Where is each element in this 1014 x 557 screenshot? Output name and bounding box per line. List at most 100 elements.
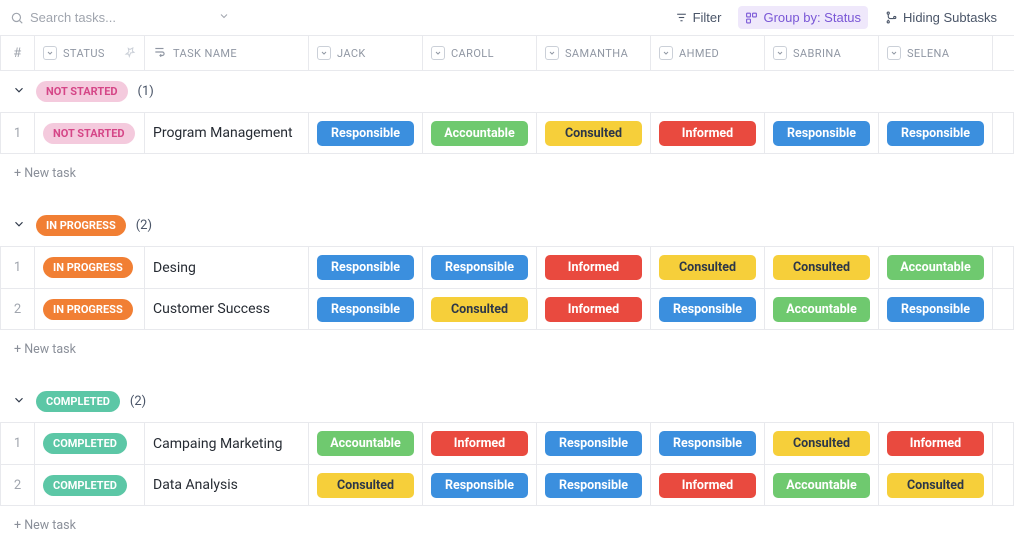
group-block: COMPLETED(2)1COMPLETEDCampaing Marketing…: [0, 381, 1014, 545]
cell-raci[interactable]: Accountable: [308, 423, 422, 464]
cell-task-name[interactable]: Program Management: [144, 113, 308, 153]
col-header-person[interactable]: SABRINA: [764, 36, 878, 70]
dropdown-icon: [317, 46, 331, 60]
col-header-status[interactable]: STATUS: [34, 36, 144, 70]
cell-raci[interactable]: Responsible: [650, 423, 764, 464]
status-badge: IN PROGRESS: [43, 299, 133, 320]
hiding-subtasks-button[interactable]: Hiding Subtasks: [878, 6, 1004, 29]
cell-raci[interactable]: Responsible: [764, 113, 878, 153]
cell-task-name[interactable]: Desing: [144, 247, 308, 288]
row-number: 2: [0, 465, 34, 505]
col-header-person[interactable]: SAMANTHA: [536, 36, 650, 70]
col-header-end: [992, 36, 1014, 70]
raci-pill: Responsible: [887, 121, 984, 146]
cell-task-name[interactable]: Customer Success: [144, 289, 308, 329]
cell-raci[interactable]: Informed: [422, 423, 536, 464]
toolbar: Filter Group by: Status Hiding Subtasks: [668, 6, 1004, 29]
cell-raci[interactable]: Consulted: [422, 289, 536, 329]
table-row[interactable]: 2IN PROGRESSCustomer SuccessResponsibleC…: [0, 288, 1014, 330]
group-header[interactable]: IN PROGRESS (2): [0, 205, 1014, 246]
search-dropdown-toggle[interactable]: [218, 10, 230, 26]
cell-status[interactable]: COMPLETED: [34, 465, 144, 505]
col-header-person[interactable]: JACK: [308, 36, 422, 70]
cell-raci[interactable]: Consulted: [308, 465, 422, 505]
cell-raci[interactable]: Accountable: [878, 247, 992, 288]
group-by-button[interactable]: Group by: Status: [738, 6, 868, 29]
new-task-button[interactable]: + New task: [0, 330, 1014, 369]
col-header-person[interactable]: SELENA: [878, 36, 992, 70]
group-toggle[interactable]: [12, 393, 26, 411]
group-header[interactable]: COMPLETED(2): [0, 381, 1014, 422]
chevron-down-icon: [218, 10, 230, 22]
raci-pill: Responsible: [545, 473, 642, 498]
cell-raci[interactable]: Consulted: [536, 113, 650, 153]
chevron-down-icon: [12, 83, 26, 97]
group-status-pill: COMPLETED: [36, 391, 120, 412]
raci-pill: Accountable: [773, 297, 870, 322]
search-input[interactable]: [30, 10, 180, 25]
col-header-person-label: SELENA: [907, 47, 949, 60]
cell-raci[interactable]: Responsible: [878, 289, 992, 329]
new-task-button[interactable]: + New task: [0, 506, 1014, 545]
col-header-person-label: AHMED: [679, 47, 719, 60]
cell-raci[interactable]: Accountable: [764, 465, 878, 505]
cell-raci[interactable]: Responsible: [650, 289, 764, 329]
cell-raci[interactable]: Informed: [536, 247, 650, 288]
pin-icon[interactable]: [124, 46, 136, 61]
status-badge: COMPLETED: [43, 433, 127, 454]
table-row[interactable]: 1NOT STARTEDProgram ManagementResponsibl…: [0, 112, 1014, 154]
raci-pill: Accountable: [317, 431, 414, 456]
cell-raci[interactable]: Responsible: [422, 465, 536, 505]
cell-status[interactable]: COMPLETED: [34, 423, 144, 464]
cell-status[interactable]: IN PROGRESS: [34, 247, 144, 288]
raci-pill: Responsible: [659, 297, 756, 322]
cell-raci[interactable]: Responsible: [308, 247, 422, 288]
cell-raci[interactable]: Informed: [650, 113, 764, 153]
cell-raci[interactable]: Consulted: [764, 247, 878, 288]
group-toggle[interactable]: [12, 217, 26, 235]
col-header-person-label: CAROLL: [451, 47, 494, 60]
cell-raci[interactable]: Responsible: [308, 113, 422, 153]
filter-button[interactable]: Filter: [668, 6, 729, 29]
row-number: 1: [0, 247, 34, 288]
col-header-person[interactable]: AHMED: [650, 36, 764, 70]
cell-status[interactable]: NOT STARTED: [34, 113, 144, 153]
cell-raci[interactable]: Informed: [650, 465, 764, 505]
raci-pill: Consulted: [317, 473, 414, 498]
cell-task-name[interactable]: Campaing Marketing: [144, 423, 308, 464]
table-row[interactable]: 1IN PROGRESSDesingResponsibleResponsible…: [0, 246, 1014, 288]
raci-pill: Accountable: [773, 473, 870, 498]
dropdown-icon: [659, 46, 673, 60]
cell-raci[interactable]: Accountable: [422, 113, 536, 153]
cell-raci[interactable]: Consulted: [878, 465, 992, 505]
chevron-down-icon: [12, 393, 26, 407]
filter-label: Filter: [693, 10, 722, 25]
dropdown-icon: [545, 46, 559, 60]
cell-raci[interactable]: Informed: [878, 423, 992, 464]
cell-raci[interactable]: Accountable: [764, 289, 878, 329]
branch-icon: [885, 11, 898, 24]
cell-raci[interactable]: Responsible: [422, 247, 536, 288]
cell-raci[interactable]: Responsible: [308, 289, 422, 329]
table-row[interactable]: 1COMPLETEDCampaing MarketingAccountableI…: [0, 422, 1014, 464]
group-status-pill: IN PROGRESS: [36, 215, 126, 236]
cell-status[interactable]: IN PROGRESS: [34, 289, 144, 329]
row-number: 2: [0, 289, 34, 329]
new-task-button[interactable]: + New task: [0, 154, 1014, 193]
table-row[interactable]: 2COMPLETEDData Analysis Consulted Responsi…: [0, 464, 1014, 506]
col-header-person[interactable]: CAROLL: [422, 36, 536, 70]
group-count: (2): [136, 218, 152, 233]
cell-raci[interactable]: Responsible: [536, 423, 650, 464]
group-toggle[interactable]: [12, 83, 26, 101]
cell-raci[interactable]: Responsible: [878, 113, 992, 153]
filter-icon: [675, 11, 688, 24]
group-header[interactable]: NOT STARTED(1): [0, 71, 1014, 112]
cell-end: [992, 247, 1014, 288]
cell-raci[interactable]: Responsible: [536, 465, 650, 505]
cell-task-name[interactable]: Data Analysis: [144, 465, 308, 505]
cell-raci[interactable]: Consulted: [650, 247, 764, 288]
cell-raci[interactable]: Consulted: [764, 423, 878, 464]
raci-pill: Consulted: [887, 473, 984, 498]
cell-raci[interactable]: Informed: [536, 289, 650, 329]
col-header-taskname[interactable]: TASK NAME: [144, 36, 308, 70]
